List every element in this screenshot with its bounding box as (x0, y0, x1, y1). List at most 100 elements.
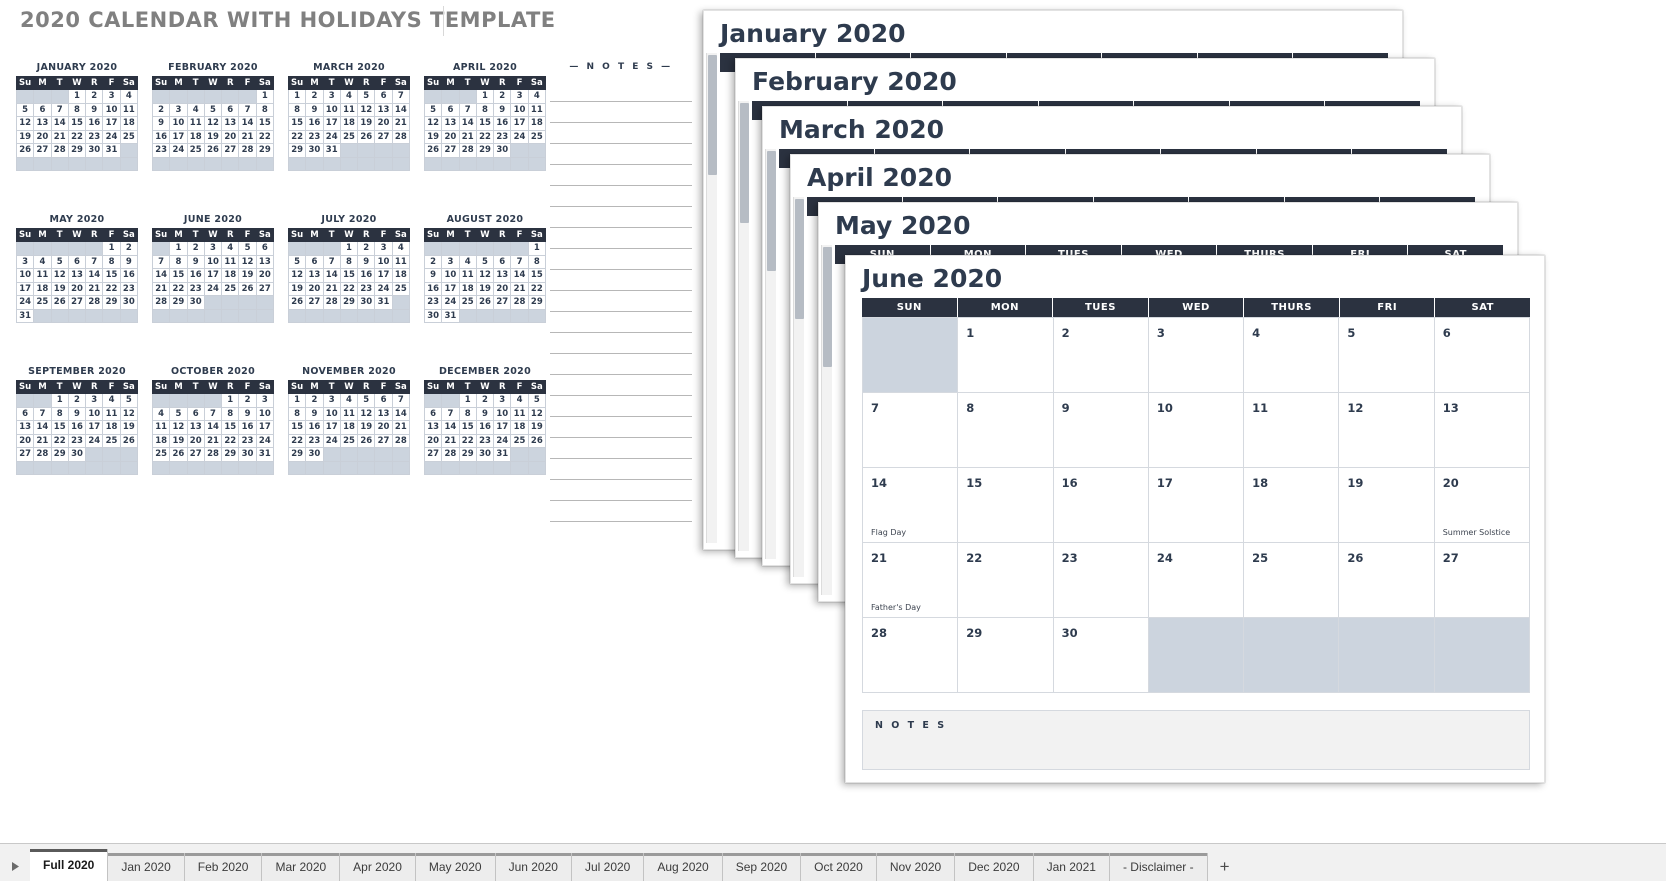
mini-day-cell[interactable]: 27 (305, 295, 324, 310)
mini-day-cell[interactable]: 29 (67, 143, 87, 158)
mini-day-cell[interactable]: 24 (15, 295, 35, 310)
mini-day-cell[interactable]: 29 (221, 447, 240, 462)
mini-day-cell[interactable]: 7 (203, 406, 223, 421)
mini-day-cell[interactable]: 6 (67, 254, 87, 269)
mini-day-cell[interactable] (391, 308, 411, 323)
mini-day-cell[interactable] (238, 89, 257, 104)
june-day-cell[interactable] (1338, 617, 1435, 693)
mini-day-cell[interactable]: 20 (255, 268, 275, 283)
june-day-cell[interactable]: 15 (957, 467, 1054, 543)
mini-day-cell[interactable]: 21 (441, 433, 460, 448)
mini-day-cell[interactable] (67, 308, 87, 323)
mini-day-cell[interactable]: 13 (374, 406, 393, 421)
note-line[interactable] (550, 207, 692, 228)
june-sheet[interactable]: June 2020 SUN MON TUES WED THURS FRI SAT 12345… (845, 255, 1545, 783)
mini-day-cell[interactable]: 21 (203, 433, 223, 448)
mini-day-cell[interactable]: 16 (423, 281, 443, 296)
mini-day-cell[interactable] (33, 156, 52, 171)
mini-day-cell[interactable]: 19 (169, 433, 188, 448)
june-day-cell[interactable] (1147, 617, 1245, 693)
mini-day-cell[interactable]: 7 (50, 102, 69, 117)
mini-day-cell[interactable]: 5 (527, 393, 547, 408)
mini-day-cell[interactable]: 28 (203, 447, 223, 462)
june-day-cell[interactable]: 24 (1147, 542, 1245, 618)
mini-day-cell[interactable]: 10 (441, 268, 460, 283)
mini-day-cell[interactable]: 24 (441, 295, 460, 310)
june-day-cell[interactable]: 12 (1338, 392, 1435, 468)
mini-day-cell[interactable]: 21 (510, 281, 529, 296)
mini-day-cell[interactable]: 20 (305, 281, 324, 296)
mini-day-cell[interactable]: 29 (287, 143, 307, 158)
mini-day-cell[interactable]: 27 (493, 295, 512, 310)
mini-day-cell[interactable] (255, 308, 275, 323)
mini-day-cell[interactable]: 30 (475, 447, 495, 462)
mini-day-cell[interactable] (441, 156, 460, 171)
mini-day-cell[interactable]: 12 (50, 268, 69, 283)
mini-day-cell[interactable] (50, 460, 69, 475)
june-day-cell[interactable]: 17 (1147, 467, 1245, 543)
mini-day-cell[interactable] (102, 156, 121, 171)
mini-day-cell[interactable]: 6 (255, 241, 275, 256)
mini-day-cell[interactable] (67, 460, 87, 475)
mini-day-cell[interactable] (203, 460, 223, 475)
add-sheet-button[interactable]: + (1207, 853, 1242, 881)
sheet-scrollbar[interactable] (765, 149, 776, 559)
mini-day-cell[interactable]: 28 (322, 295, 341, 310)
mini-day-cell[interactable]: 16 (305, 420, 324, 435)
mini-day-cell[interactable] (322, 241, 341, 256)
mini-day-cell[interactable]: 30 (186, 295, 205, 310)
mini-day-cell[interactable]: 2 (67, 393, 87, 408)
mini-day-cell[interactable]: 8 (169, 254, 188, 269)
mini-day-cell[interactable]: 10 (255, 406, 275, 421)
mini-day-cell[interactable]: 17 (322, 116, 341, 131)
june-day-cell[interactable]: 4 (1243, 317, 1340, 393)
mini-day-cell[interactable]: 18 (527, 116, 547, 131)
mini-day-cell[interactable]: 7 (85, 254, 104, 269)
mini-day-cell[interactable]: 15 (287, 420, 307, 435)
mini-day-cell[interactable]: 14 (50, 116, 69, 131)
mini-day-cell[interactable]: 2 (238, 393, 257, 408)
mini-day-cell[interactable]: 1 (102, 241, 121, 256)
mini-day-cell[interactable]: 11 (33, 268, 52, 283)
mini-day-cell[interactable]: 5 (119, 393, 139, 408)
mini-day-cell[interactable]: 28 (391, 129, 411, 144)
note-line[interactable] (550, 291, 692, 312)
mini-day-cell[interactable] (15, 241, 35, 256)
mini-day-cell[interactable]: 3 (102, 89, 121, 104)
mini-day-cell[interactable]: 21 (391, 420, 411, 435)
mini-day-cell[interactable]: 3 (322, 393, 341, 408)
mini-day-cell[interactable] (151, 241, 171, 256)
mini-day-cell[interactable]: 30 (357, 295, 376, 310)
sheet-scrollbar[interactable] (821, 245, 832, 595)
mini-day-cell[interactable] (186, 393, 205, 408)
mini-day-cell[interactable]: 17 (510, 116, 529, 131)
mini-day-cell[interactable]: 21 (322, 281, 341, 296)
mini-day-cell[interactable]: 3 (15, 254, 35, 269)
mini-day-cell[interactable]: 17 (169, 129, 188, 144)
sheet-tab-mar-2020[interactable]: Mar 2020 (262, 853, 341, 881)
mini-day-cell[interactable]: 30 (85, 143, 104, 158)
mini-day-cell[interactable]: 9 (423, 268, 443, 283)
mini-day-cell[interactable]: 24 (493, 433, 512, 448)
scrollbar-thumb[interactable] (767, 151, 776, 271)
mini-day-cell[interactable]: 13 (186, 420, 205, 435)
june-notes-box[interactable]: N O T E S (862, 710, 1530, 770)
mini-day-cell[interactable]: 13 (15, 420, 35, 435)
mini-day-cell[interactable]: 26 (357, 433, 376, 448)
mini-day-cell[interactable]: 17 (374, 268, 393, 283)
mini-day-cell[interactable]: 26 (423, 143, 443, 158)
mini-day-cell[interactable] (458, 241, 477, 256)
sheet-scrollbar[interactable] (706, 53, 717, 543)
mini-day-cell[interactable] (339, 460, 359, 475)
mini-day-cell[interactable] (221, 460, 240, 475)
sheet-tab-disclaimer[interactable]: - Disclaimer - (1109, 853, 1208, 881)
mini-day-cell[interactable]: 20 (423, 433, 443, 448)
mini-day-cell[interactable]: 24 (255, 433, 275, 448)
mini-day-cell[interactable]: 6 (186, 406, 205, 421)
mini-day-cell[interactable]: 12 (203, 116, 223, 131)
mini-day-cell[interactable]: 20 (493, 281, 512, 296)
june-day-cell[interactable]: 18 (1243, 467, 1340, 543)
note-line[interactable] (550, 396, 692, 417)
mini-day-cell[interactable]: 26 (15, 143, 35, 158)
mini-day-cell[interactable]: 17 (322, 420, 341, 435)
